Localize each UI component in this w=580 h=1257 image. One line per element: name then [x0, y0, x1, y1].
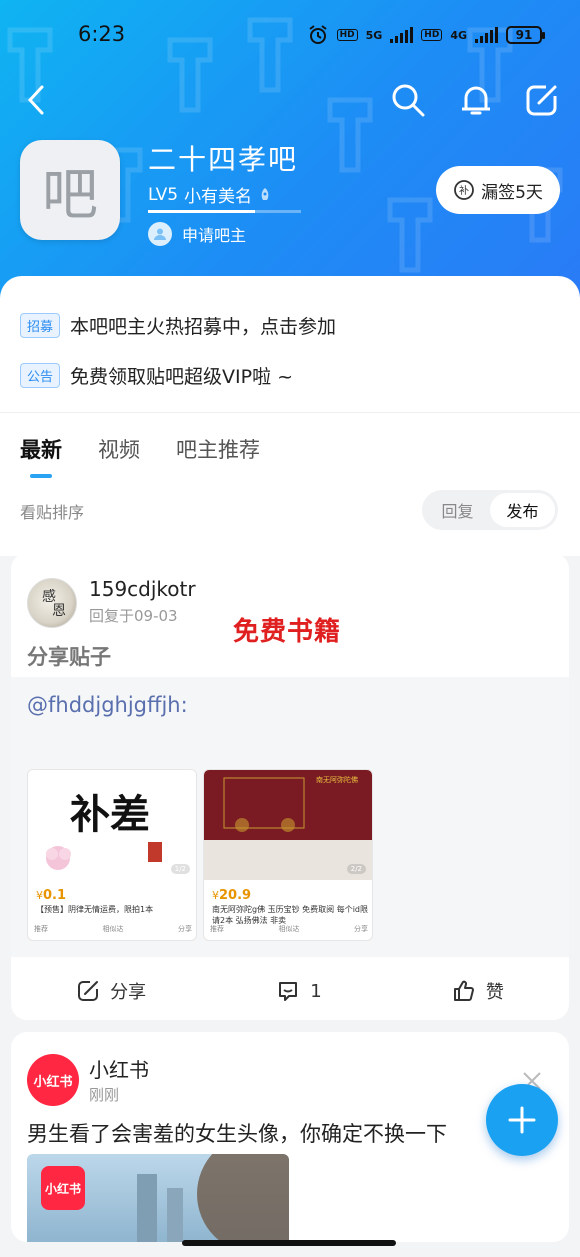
back-arrow-icon — [27, 85, 44, 115]
goods-share[interactable]: 分享 — [354, 924, 368, 934]
notice-tag: 公告 — [20, 363, 61, 388]
apply-owner-label: 申请吧主 — [182, 226, 247, 245]
share-button[interactable]: 分享 — [76, 978, 146, 1004]
alarm-icon — [308, 25, 327, 44]
notice-tag: 招募 — [20, 313, 61, 338]
notification-button[interactable] — [454, 78, 498, 122]
forum-header: 6:23 HD 5G HD 4G 91 吧 二十四孝吧 LV5 小有美名 申请吧… — [0, 0, 580, 300]
image-pager: 1/2 — [170, 864, 190, 874]
goods-image-text: 补差 — [70, 791, 150, 838]
quoted-content[interactable]: @fhddjghjgffjh: 补差 1/2 ¥0.1 【预售】阴律无情运费，限… — [11, 677, 569, 957]
status-time: 6:23 — [78, 22, 126, 46]
person-icon — [148, 222, 172, 246]
post-card[interactable]: 感恩 159cdjkotr 回复于09-03 免费书籍 分享贴子 @fhddjg… — [11, 553, 569, 1020]
hd-icon: HD — [336, 29, 358, 41]
goods-description: 南无阿弥陀g佛 玉历宝钞 免费取阅 每个id限请2本 弘扬佛法 非卖 — [212, 905, 369, 925]
ad-logo[interactable]: 小红书 — [27, 1054, 79, 1106]
goods-footer: 推荐 相似达 分享 — [34, 924, 192, 934]
user-avatar[interactable]: 感恩 — [27, 578, 77, 628]
net1-label: 5G — [365, 28, 383, 42]
top-nav — [0, 78, 580, 126]
sort-option-reply[interactable]: 回复 — [425, 493, 490, 527]
level-progress-fill — [148, 210, 256, 213]
svg-text:恩: 恩 — [52, 603, 66, 619]
post-title[interactable]: 分享贴子 — [27, 641, 111, 671]
forum-level[interactable]: LV5 小有美名 — [148, 182, 272, 207]
goods-description: 【预售】阴律无情运费，限拍1本 — [36, 905, 154, 914]
status-bar: 6:23 HD 5G HD 4G 91 — [0, 18, 580, 52]
tab-latest[interactable]: 最新 — [20, 434, 62, 478]
ad-image[interactable]: 小红书 — [27, 1154, 289, 1242]
ad-card[interactable]: 小红书 小红书 刚刚 男生看了会害羞的女生头像，你确定不换一下 小红书 — [11, 1032, 569, 1242]
goods-image-text: 南无阿弥陀佛 — [316, 775, 358, 784]
post-time: 回复于09-03 — [89, 607, 178, 625]
image-pager: 2/2 — [346, 864, 366, 874]
share-label: 分享 — [110, 982, 147, 1003]
goods-share[interactable]: 分享 — [178, 924, 192, 934]
comment-icon — [279, 982, 298, 1001]
goods-card[interactable]: 补差 1/2 ¥0.1 【预售】阴律无情运费，限拍1本 推荐 相似达 分享 — [27, 769, 197, 941]
like-button[interactable]: 赞 — [452, 978, 504, 1004]
notice-announcement[interactable]: 公告 免费领取贴吧超级VIP啦 ~ — [20, 362, 293, 389]
goods-image: 南无阿弥陀佛 — [204, 770, 372, 880]
goods-card[interactable]: 南无阿弥陀佛 2/2 ¥20.9 南无阿弥陀g佛 玉历宝钞 免费取阅 每个id限… — [203, 769, 373, 941]
compose-button[interactable] — [520, 78, 564, 122]
comment-button[interactable]: 1 — [276, 979, 322, 1003]
ad-time: 刚刚 — [89, 1086, 120, 1104]
signal-icon — [475, 27, 498, 43]
goods-recommend[interactable]: 推荐 — [210, 924, 224, 934]
post-username[interactable]: 159cdjkotr — [89, 577, 196, 601]
svg-text:补: 补 — [459, 184, 469, 197]
edit-icon — [526, 85, 557, 116]
hd-icon: HD — [421, 29, 443, 41]
sort-label: 看贴排序 — [20, 503, 85, 522]
like-label: 赞 — [485, 982, 504, 1003]
level-progress-bar — [148, 210, 301, 213]
level-title: 小有美名 — [184, 187, 253, 207]
rocket-icon — [261, 187, 269, 200]
tab-video[interactable]: 视频 — [98, 434, 140, 464]
level-badge: LV5 — [148, 184, 179, 205]
battery-icon: 91 — [506, 26, 545, 44]
ad-title[interactable]: 男生看了会害羞的女生头像，你确定不换一下 — [27, 1118, 497, 1148]
goods-image: 补差 — [28, 770, 196, 880]
mention-link[interactable]: @fhddjghjgffjh: — [27, 693, 188, 717]
bell-icon — [462, 86, 490, 115]
notice-text: 本吧吧主火热招募中，点击参加 — [70, 316, 337, 338]
home-indicator[interactable] — [182, 1240, 396, 1246]
post-actions: 分享 1 赞 — [11, 963, 569, 1019]
thumbs-up-icon — [453, 980, 474, 1001]
goods-footer: 推荐 相似达 分享 — [210, 924, 368, 934]
net2-label: 4G — [450, 28, 467, 42]
sign-in-label: 漏签5天 — [481, 182, 543, 203]
comment-count: 1 — [310, 980, 322, 1002]
plus-icon — [508, 1106, 536, 1134]
goods-similar[interactable]: 相似达 — [279, 924, 300, 934]
sort-toggle: 回复 发布 — [422, 490, 558, 530]
sign-in-button[interactable]: 补 漏签5天 — [436, 166, 560, 214]
overlay-text: 免费书籍 — [233, 617, 342, 647]
share-icon — [78, 981, 99, 1001]
ad-image-logo: 小红书 — [41, 1166, 85, 1210]
ad-name[interactable]: 小红书 — [89, 1054, 149, 1083]
create-post-fab[interactable] — [486, 1084, 558, 1156]
notice-text: 免费领取贴吧超级VIP啦 ~ — [70, 366, 294, 388]
signal-icon — [390, 27, 414, 43]
sort-option-publish[interactable]: 发布 — [490, 493, 555, 527]
apply-owner-link[interactable]: 申请吧主 — [148, 222, 246, 246]
resign-icon: 补 — [454, 180, 474, 200]
search-button[interactable] — [386, 78, 430, 122]
goods-price: ¥20.9 — [212, 888, 252, 903]
forum-avatar[interactable]: 吧 — [20, 140, 120, 240]
goods-similar[interactable]: 相似达 — [103, 924, 124, 934]
divider — [0, 412, 580, 413]
back-button[interactable] — [14, 78, 58, 122]
forum-name: 二十四孝吧 — [148, 143, 299, 176]
goods-recommend[interactable]: 推荐 — [34, 924, 48, 934]
tab-owner-recommend[interactable]: 吧主推荐 — [176, 434, 260, 464]
goods-price: ¥0.1 — [36, 888, 67, 903]
notice-recruit[interactable]: 招募 本吧吧主火热招募中，点击参加 — [20, 312, 336, 339]
content-tabs: 最新 视频 吧主推荐 — [20, 434, 260, 478]
search-icon — [392, 84, 425, 117]
